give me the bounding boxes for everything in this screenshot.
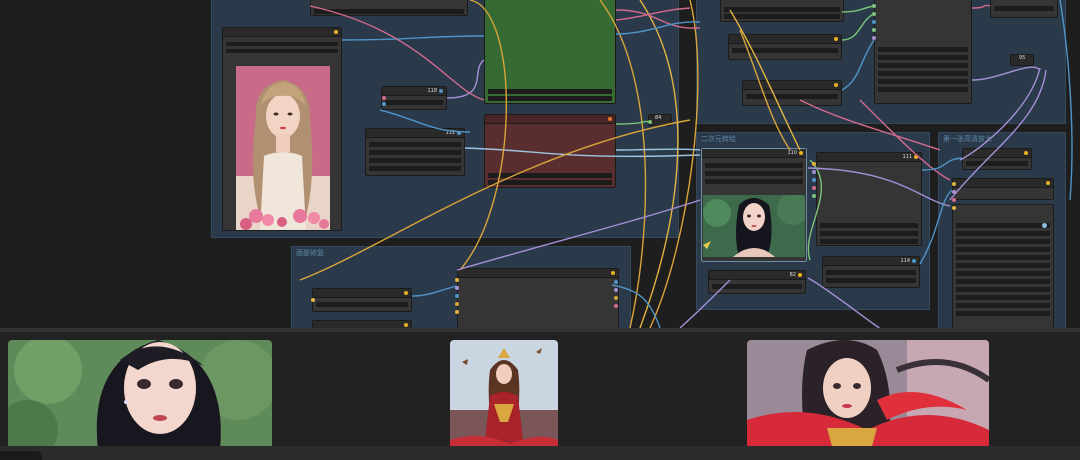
scroll-handle[interactable] <box>1042 223 1047 228</box>
node-far-b[interactable] <box>952 178 1054 200</box>
gallery-thumb-3[interactable] <box>747 340 989 450</box>
node-top-far-right[interactable] <box>990 0 1058 18</box>
output-port[interactable] <box>912 259 916 263</box>
output-port[interactable] <box>334 30 338 34</box>
output-port[interactable] <box>404 291 408 295</box>
output-port[interactable] <box>1024 151 1028 155</box>
node-mid-right-list[interactable]: 111 <box>816 152 922 246</box>
gallery-thumb-1[interactable] <box>8 340 272 450</box>
node-95[interactable]: 95 <box>1010 54 1034 66</box>
output-port[interactable] <box>914 155 918 159</box>
node-number: 95 <box>1019 55 1026 61</box>
node-number: 112 <box>445 130 455 136</box>
node-lower-b[interactable] <box>312 320 412 328</box>
node-far-list[interactable] <box>952 204 1054 328</box>
output-port[interactable] <box>798 273 802 277</box>
node-82[interactable]: 82 <box>708 270 806 294</box>
bottom-tab[interactable] <box>0 451 42 460</box>
node-upper-right-b[interactable] <box>728 34 842 60</box>
node-lower-a[interactable] <box>312 288 412 312</box>
node-lower-big[interactable] <box>457 268 619 328</box>
output-port[interactable] <box>404 323 408 327</box>
node-far-a[interactable] <box>962 148 1032 170</box>
loaded-image-preview <box>236 66 330 230</box>
output-port[interactable] <box>834 37 838 41</box>
node-84[interactable]: 84 <box>648 114 672 126</box>
node-upper-right-a[interactable] <box>720 0 844 22</box>
node-top-left[interactable] <box>310 0 468 16</box>
output-port[interactable] <box>611 271 615 275</box>
node-upper-right-c[interactable] <box>742 80 842 106</box>
preview-image <box>703 195 805 257</box>
node-green[interactable] <box>484 0 616 104</box>
node-red[interactable] <box>484 114 616 188</box>
output-gallery[interactable] <box>0 328 1080 460</box>
node-number: 114 <box>900 258 910 264</box>
group-title: 第一张高清放大 <box>943 135 992 143</box>
node-114[interactable]: 114 <box>822 256 920 288</box>
node-number: 111 <box>902 154 912 160</box>
bottom-status-bar <box>0 446 1080 460</box>
node-mid-left[interactable]: 112 <box>365 128 465 176</box>
output-port[interactable] <box>439 89 443 93</box>
node-load-image[interactable] <box>222 27 342 231</box>
node-upper-right-list[interactable] <box>874 0 972 104</box>
group-title: 二次元转绘 <box>701 135 736 143</box>
output-port[interactable] <box>1046 181 1050 185</box>
output-port[interactable] <box>608 117 612 121</box>
group-title: 面部修复 <box>296 249 324 257</box>
node-number: 82 <box>789 272 796 278</box>
node-canvas[interactable]: 面部修复 二次元转绘 第一张高清放大 118 112 84 95 110 111… <box>0 0 1080 328</box>
output-port[interactable] <box>834 83 838 87</box>
node-number: 84 <box>655 115 662 121</box>
node-small-mid[interactable]: 118 <box>381 86 447 110</box>
gallery-thumb-2[interactable] <box>450 340 558 450</box>
node-number: 110 <box>787 150 797 156</box>
output-port[interactable] <box>457 131 461 135</box>
output-port[interactable] <box>799 151 803 155</box>
node-number: 118 <box>427 88 437 94</box>
node-preview[interactable]: 110 <box>701 148 807 262</box>
